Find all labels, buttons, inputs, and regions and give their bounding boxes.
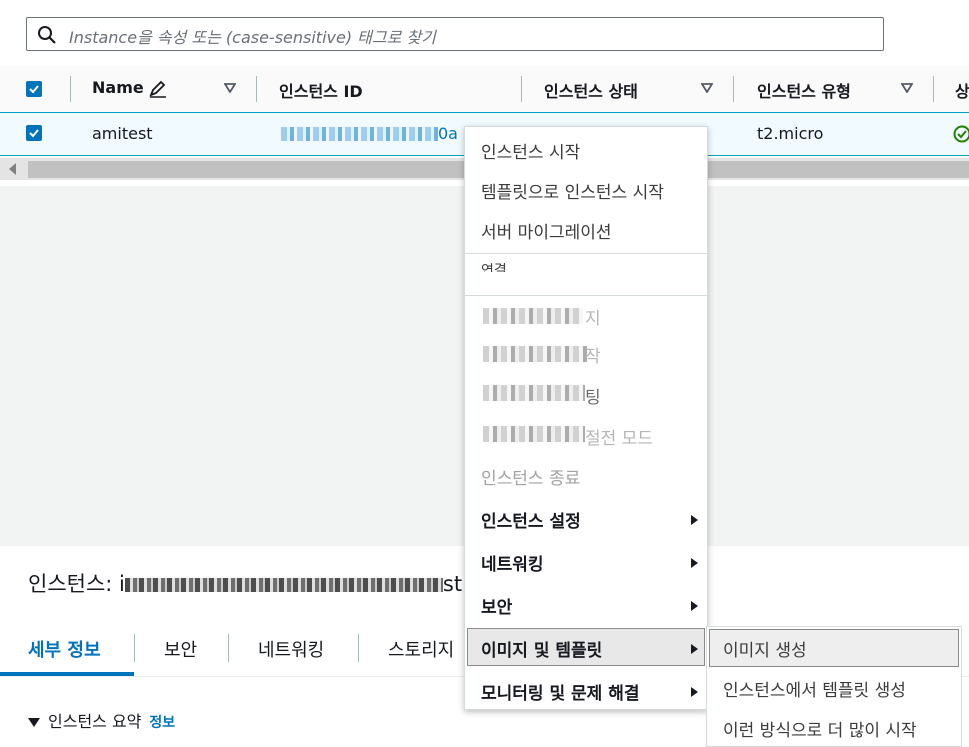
- search-input[interactable]: Instance을 속성 또는 (case-sensitive) 태그로 찾기: [26, 17, 884, 51]
- filter-down-icon[interactable]: [901, 83, 913, 93]
- tab-divider: [134, 634, 135, 662]
- chevron-right-icon: [691, 687, 698, 697]
- tab-security[interactable]: 보안: [164, 636, 197, 662]
- instance-details-title: 인스턴스: i st: [28, 568, 462, 598]
- column-divider: [521, 76, 522, 102]
- scroll-left-arrow-icon[interactable]: [9, 163, 16, 175]
- table-header-row: Name 인스턴스 ID 인스턴스 상태 인스턴스 유형 상: [0, 66, 969, 113]
- row-checkbox[interactable]: [26, 125, 42, 141]
- column-divider: [70, 76, 71, 102]
- column-header-instance-state[interactable]: 인스턴스 상태: [544, 78, 638, 102]
- menu-separator: [465, 295, 707, 296]
- menu-item-stop-suffix[interactable]: 지: [585, 304, 601, 329]
- menu-item-hibernate-suffix[interactable]: 절전 모드: [585, 424, 653, 449]
- instance-type: t2.micro: [757, 124, 824, 143]
- column-divider: [733, 76, 734, 102]
- menu-item-connect[interactable]: 연결: [481, 260, 507, 272]
- filter-down-icon[interactable]: [701, 83, 713, 93]
- menu-item-networking[interactable]: 네트워킹: [481, 550, 544, 575]
- column-header-instance-type[interactable]: 인스턴스 유형: [757, 78, 851, 102]
- column-divider: [256, 76, 257, 102]
- submenu-item-create-image[interactable]: 이미지 생성: [723, 636, 807, 661]
- instance-name: amitest: [92, 124, 153, 143]
- instance-title-redacted: [124, 578, 443, 592]
- active-tab-indicator: [0, 672, 134, 676]
- menu-item-monitor-troubleshoot[interactable]: 모니터링 및 문제 해결: [481, 679, 640, 704]
- column-header-status-check[interactable]: 상: [955, 78, 969, 102]
- chevron-right-icon: [691, 644, 698, 654]
- sort-down-icon[interactable]: [224, 83, 236, 93]
- menu-item-redacted: [483, 308, 583, 324]
- tab-divider: [228, 634, 229, 662]
- chevron-right-icon: [691, 601, 698, 611]
- menu-item-redacted: [483, 385, 585, 401]
- menu-item-start-suffix[interactable]: 작: [585, 342, 601, 367]
- instance-id-redacted: [281, 127, 438, 141]
- info-link[interactable]: 정보: [149, 715, 175, 731]
- edit-icon[interactable]: [148, 78, 168, 98]
- instance-title-suffix: st: [442, 572, 463, 596]
- search-placeholder: Instance을 속성 또는 (case-sensitive) 태그로 찾기: [69, 28, 436, 47]
- tab-networking[interactable]: 네트워킹: [258, 636, 324, 662]
- menu-item-server-migration[interactable]: 서버 마이그레이션: [481, 218, 612, 243]
- select-all-checkbox[interactable]: [26, 81, 42, 97]
- image-templates-submenu: 이미지 생성 인스턴스에서 템플릿 생성 이런 방식으로 더 많이 시작: [706, 626, 962, 747]
- submenu-item-launch-more-like-this[interactable]: 이런 방식으로 더 많이 시작: [723, 716, 917, 741]
- summary-label: 인스턴스 요약: [48, 712, 142, 731]
- menu-item-launch-from-template[interactable]: 템플릿으로 인스턴스 시작: [481, 178, 664, 203]
- search-icon: [38, 26, 56, 44]
- chevron-right-icon: [691, 515, 698, 525]
- chevron-right-icon: [691, 558, 698, 568]
- tab-details[interactable]: 세부 정보: [28, 636, 101, 662]
- column-divider: [933, 76, 934, 102]
- column-header-instance-id[interactable]: 인스턴스 ID: [279, 78, 363, 102]
- menu-item-redacted: [483, 426, 585, 442]
- check-circle-icon: [953, 125, 969, 143]
- instance-summary-header[interactable]: 인스턴스 요약 정보: [28, 708, 175, 732]
- menu-item-instance-settings[interactable]: 인스턴스 설정: [481, 507, 581, 532]
- tab-storage[interactable]: 스토리지: [388, 636, 454, 662]
- menu-item-launch-instance[interactable]: 인스턴스 시작: [481, 138, 580, 163]
- menu-item-security[interactable]: 보안: [481, 593, 512, 618]
- menu-item-terminate[interactable]: 인스턴스 종료: [481, 464, 580, 489]
- tab-divider: [358, 634, 359, 662]
- menu-item-redacted: [483, 346, 587, 362]
- collapse-triangle-icon[interactable]: [28, 718, 40, 727]
- instance-id-link[interactable]: 0a: [438, 124, 458, 143]
- menu-item-reboot-suffix[interactable]: 팅: [585, 383, 601, 408]
- instance-title-prefix: 인스턴스: i: [28, 572, 125, 596]
- submenu-item-create-template-from-instance[interactable]: 인스턴스에서 템플릿 생성: [723, 676, 906, 701]
- column-header-name[interactable]: Name: [92, 78, 144, 97]
- menu-separator: [465, 253, 707, 254]
- context-menu: 인스턴스 시작 템플릿으로 인스턴스 시작 서버 마이그레이션 연결 지 작 팅…: [464, 126, 708, 710]
- menu-item-image-and-templates[interactable]: 이미지 및 템플릿: [481, 636, 602, 661]
